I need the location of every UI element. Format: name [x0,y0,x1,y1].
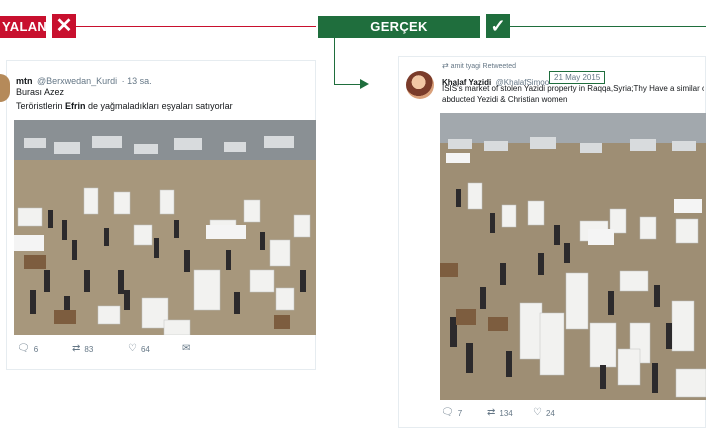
false-verdict-badge: YALAN [0,16,47,38]
retweet-icon: ⇄ [487,407,496,418]
connector-line [334,84,362,85]
tweet-photo[interactable] [14,120,316,335]
tweet-text-line: abducted Yezidi & Christian women [442,95,568,104]
retweet-button[interactable]: ⇄ 83 [72,344,93,354]
tweet-text-line: Teröristlerin Efrin de yağmaladıkları eş… [16,101,233,111]
heart-icon: ♡ [128,343,137,354]
mail-icon: ✉ [182,343,191,354]
reply-button[interactable]: 🗨 6 [17,344,38,354]
retweet-icon: ⇄ [442,61,449,70]
reply-icon: 🗨 [17,343,30,354]
retweet-button[interactable]: ⇄ 134 [487,408,513,418]
like-button[interactable]: ♡ 64 [128,344,150,354]
like-count: 24 [545,408,555,418]
arrow-right-icon [360,79,369,89]
true-divider-line [510,26,706,27]
reply-icon: 🗨 [441,407,454,418]
tweet-text: de yağmaladıkları eşyaları satıyorlar [85,101,233,111]
retweet-icon: ⇄ [72,343,81,354]
reply-count: 6 [33,344,39,354]
tweet-time[interactable]: · 13 sa. [122,76,152,86]
author-handle[interactable]: @Berxwedan_Kurdi [37,76,117,86]
retweet-count: 83 [84,344,94,354]
reply-count: 7 [457,408,463,418]
tweet-date[interactable]: 21 May 2015 [549,71,606,84]
retweet-count: 134 [499,408,513,418]
like-count: 64 [140,344,150,354]
connector-line [334,38,335,84]
tweet-text-bold: Efrin [65,101,86,111]
retweeted-by-text: amit tyagi Retweeted [450,63,517,70]
check-icon: ✓ [486,14,510,38]
market-photo-illustration [14,120,316,335]
author-name[interactable]: mtn [16,76,33,86]
market-photo-illustration [440,113,706,400]
x-icon: ✕ [52,14,76,38]
reply-button[interactable]: 🗨 7 [441,408,462,418]
tweet-text-line: ISIS's market of stolen Yazidi property … [442,84,704,93]
retweeted-by-label[interactable]: ⇄ amit tyagi Retweeted [442,61,516,71]
avatar[interactable] [406,71,434,99]
message-button[interactable]: ✉ [182,344,190,354]
false-divider-line [76,26,316,27]
true-verdict-badge: GERÇEK [318,16,480,38]
tweet-photo[interactable] [440,113,706,400]
heart-icon: ♡ [533,407,542,418]
tweet-text-line: Burası Azez [16,87,65,97]
tweet-text: Teröristlerin [16,101,66,111]
like-button[interactable]: ♡ 24 [533,408,555,418]
